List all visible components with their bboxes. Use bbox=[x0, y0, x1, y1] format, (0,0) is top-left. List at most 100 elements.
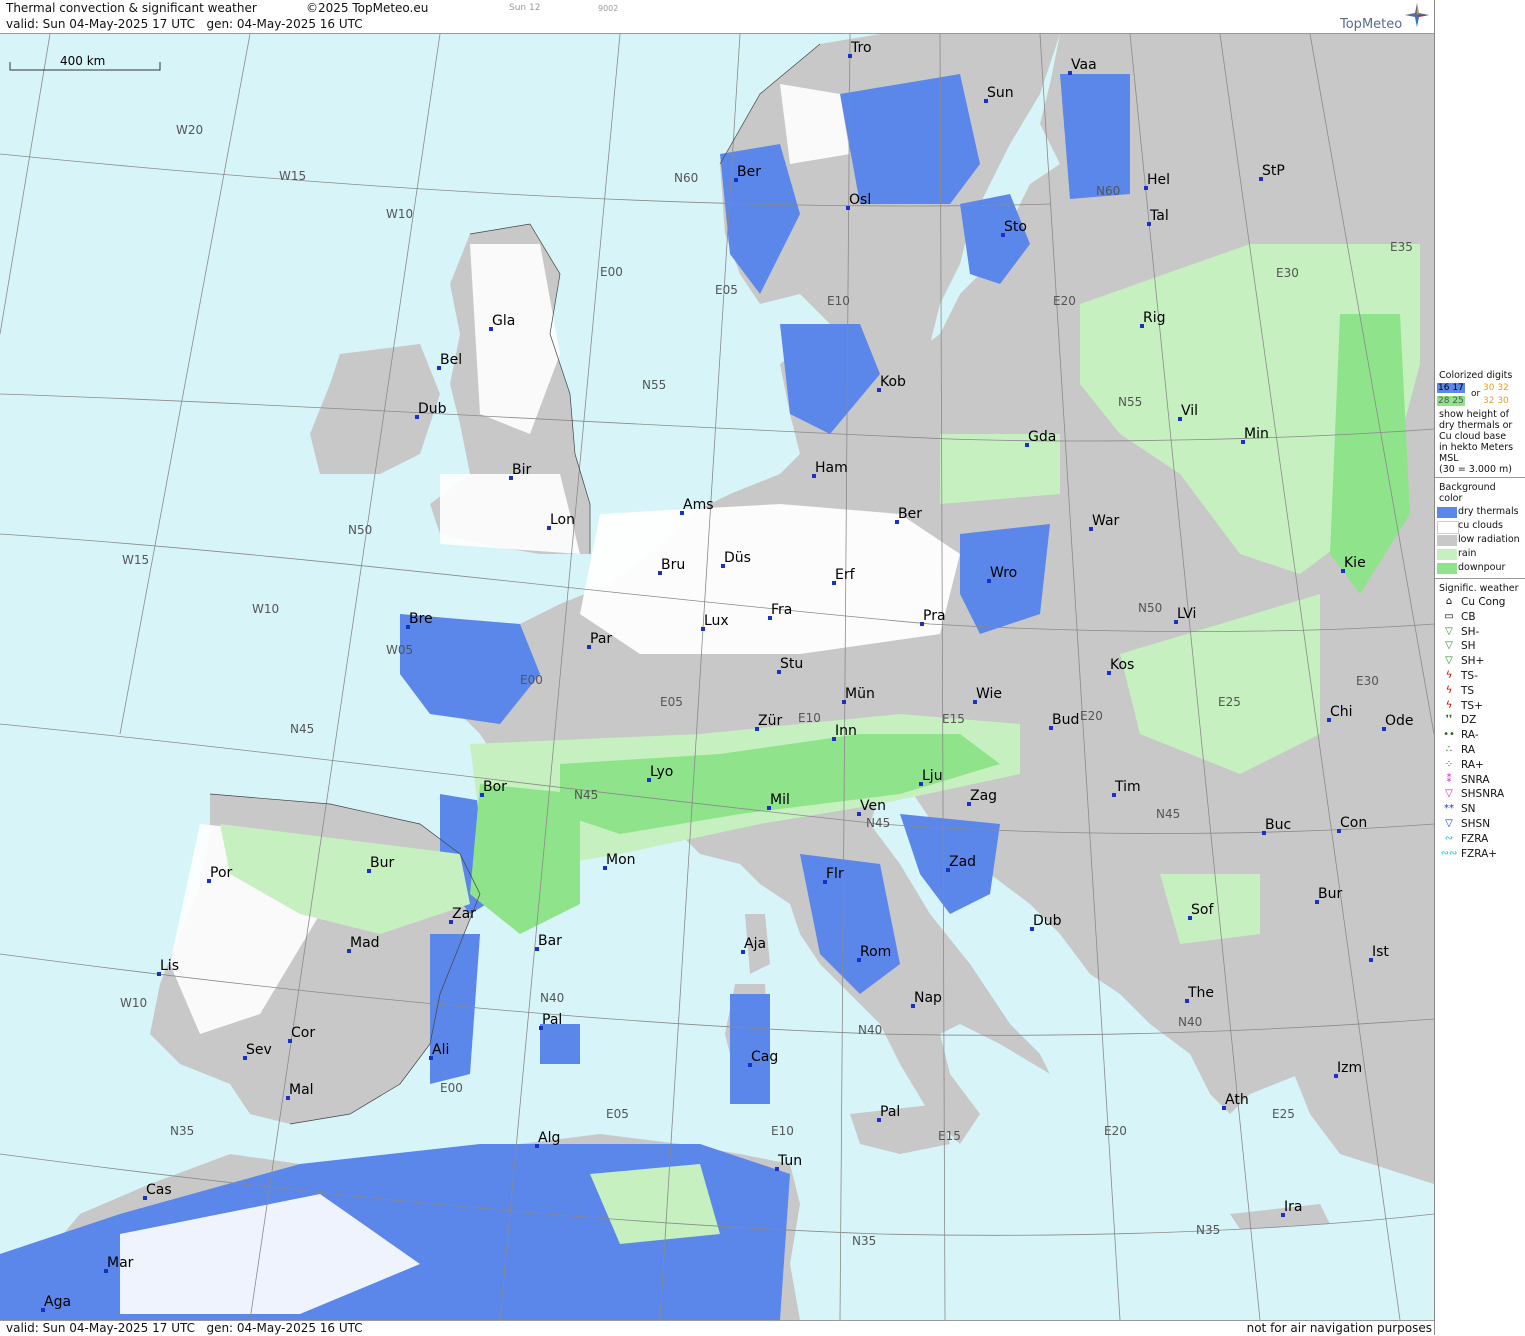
weather-symbol-icon: ** bbox=[1444, 803, 1454, 815]
city-label: Ber bbox=[898, 506, 922, 522]
grid-label: E25 bbox=[1272, 1107, 1295, 1121]
city-label: Osl bbox=[849, 192, 871, 208]
grid-label: E05 bbox=[715, 283, 738, 297]
forecast-map-window: Thermal convection & significant weather… bbox=[0, 0, 1525, 1336]
city-label: Vil bbox=[1181, 403, 1198, 419]
compass-star-icon bbox=[1404, 2, 1430, 31]
grid-label: N55 bbox=[1118, 395, 1142, 409]
map-title: Thermal convection & significant weather bbox=[6, 1, 257, 15]
grid-label: W10 bbox=[386, 207, 413, 221]
city-label: Ath bbox=[1225, 1092, 1249, 1108]
city-label: The bbox=[1187, 985, 1214, 1001]
grid-label: E05 bbox=[660, 695, 683, 709]
valid-time-label: valid: Sun 04-May-2025 17 UTC gen: 04-Ma… bbox=[6, 17, 363, 31]
background-color-list: dry thermals cu clouds low radiation rain do… bbox=[1435, 506, 1525, 576]
city-label: Dub bbox=[1033, 913, 1062, 929]
city-label: Dub bbox=[418, 401, 447, 417]
city-label: Zür bbox=[758, 713, 782, 729]
grid-label: W20 bbox=[176, 123, 203, 137]
grid-label: E30 bbox=[1276, 266, 1299, 280]
significant-weather-item: ** SN bbox=[1435, 803, 1525, 818]
city-label: Mar bbox=[107, 1255, 134, 1271]
city-label: Gda bbox=[1028, 429, 1056, 445]
city-label: War bbox=[1092, 513, 1120, 529]
colorized-digits-sample: 16 17 28 25 or 30 32 32 30 bbox=[1437, 383, 1509, 406]
colorized-description-line: MSL bbox=[1439, 453, 1459, 464]
grid-label: N35 bbox=[852, 1234, 876, 1248]
city-label: Mal bbox=[289, 1082, 314, 1098]
weather-symbol-icon: ▽ bbox=[1445, 817, 1453, 829]
topmeteo-logo-text: TopMeteo bbox=[1340, 17, 1403, 32]
city-label: Fra bbox=[771, 602, 792, 618]
city-label: Wie bbox=[976, 686, 1002, 702]
weather-symbol-icon: ▽ bbox=[1445, 625, 1453, 637]
grid-label: N50 bbox=[1138, 601, 1162, 615]
colorized-description-line: show height of bbox=[1439, 409, 1510, 420]
significant-weather-item: •• RA- bbox=[1435, 729, 1525, 744]
grid-label: E10 bbox=[771, 1124, 794, 1138]
weather-symbol-icon: •• bbox=[1443, 729, 1455, 741]
city-label: Bel bbox=[440, 352, 462, 368]
city-label: Sto bbox=[1004, 219, 1027, 235]
weather-symbol-icon: ▽ bbox=[1445, 788, 1453, 800]
map-canvas: W20 W15 W10 E00 E05 E10 E20 E30 E35 W15 … bbox=[0, 34, 1434, 1320]
color-swatch bbox=[1437, 563, 1457, 574]
weather-symbol-icon: ϟ bbox=[1445, 699, 1453, 711]
grid-label: W15 bbox=[279, 169, 306, 183]
city-label: Bur bbox=[370, 855, 394, 871]
city-label: Bud bbox=[1052, 712, 1079, 728]
city-label: Bre bbox=[409, 611, 433, 627]
city-label: Mon bbox=[606, 852, 636, 868]
significant-weather-item: ϟ TS+ bbox=[1435, 700, 1525, 715]
grid-label: N35 bbox=[170, 1124, 194, 1138]
city-label: Alg bbox=[538, 1130, 560, 1146]
significant-weather-item: ⁑ SNRA bbox=[1435, 774, 1525, 789]
grid-label: W15 bbox=[122, 553, 149, 567]
color-swatch bbox=[1437, 507, 1457, 518]
city-label: Buc bbox=[1265, 817, 1291, 833]
background-legend-item: downpour bbox=[1435, 562, 1525, 576]
grid-label: E20 bbox=[1104, 1124, 1127, 1138]
grid-label: N45 bbox=[1156, 807, 1180, 821]
grid-label: E15 bbox=[942, 712, 965, 726]
grid-label: N60 bbox=[1096, 184, 1120, 198]
city-label: Zad bbox=[949, 854, 976, 870]
city-label: Gla bbox=[492, 313, 515, 329]
city-label: Kie bbox=[1344, 555, 1366, 571]
city-label: Tun bbox=[777, 1153, 802, 1169]
significant-weather-label: SNRA bbox=[1461, 773, 1490, 786]
city-label: Ven bbox=[860, 798, 886, 814]
grid-label: W10 bbox=[252, 602, 279, 616]
copyright-label: ©2025 TopMeteo.eu bbox=[306, 1, 429, 15]
background-legend-label: downpour bbox=[1458, 562, 1506, 573]
footer-valid-time: valid: Sun 04-May-2025 17 UTC gen: 04-Ma… bbox=[6, 1321, 363, 1335]
weather-symbol-icon: ▭ bbox=[1444, 610, 1454, 622]
weather-map[interactable]: W20 W15 W10 E00 E05 E10 E20 E30 E35 W15 … bbox=[0, 34, 1434, 1320]
colorized-description-line: in hekto Meters bbox=[1439, 442, 1514, 453]
grid-label: E00 bbox=[520, 673, 543, 687]
city-label: Cor bbox=[291, 1025, 315, 1041]
scale-label: 400 km bbox=[60, 54, 105, 68]
city-label: Ist bbox=[1372, 944, 1389, 960]
background-legend-label: dry thermals bbox=[1458, 506, 1519, 517]
significant-weather-item: ❜❜ DZ bbox=[1435, 714, 1525, 729]
grid-label: W05 bbox=[386, 643, 413, 657]
city-label: Flr bbox=[826, 866, 844, 882]
significant-weather-label: SHSNRA bbox=[1461, 788, 1505, 801]
significant-weather-item: ϟ TS- bbox=[1435, 670, 1525, 685]
city-label: Mün bbox=[845, 686, 875, 702]
colorized-description-line: Cu cloud base bbox=[1439, 431, 1507, 442]
scale-bar: 400 km bbox=[9, 54, 161, 71]
colorized-digits-title: Colorized digits bbox=[1439, 370, 1513, 381]
weather-symbol-icon: ∾∾ bbox=[1440, 847, 1458, 859]
code-label: 9002 bbox=[598, 4, 619, 13]
weather-symbol-icon: ⌂ bbox=[1445, 596, 1453, 607]
significant-weather-label: DZ bbox=[1461, 714, 1477, 727]
city-label: Cag bbox=[751, 1049, 778, 1065]
background-legend-item: cu clouds bbox=[1435, 520, 1525, 534]
significant-weather-label: SH+ bbox=[1461, 655, 1485, 668]
city-label: Chi bbox=[1330, 704, 1353, 720]
grid-label: E20 bbox=[1053, 294, 1076, 308]
city-label: StP bbox=[1262, 163, 1285, 179]
map-header: Thermal convection & significant weather… bbox=[0, 0, 1434, 34]
